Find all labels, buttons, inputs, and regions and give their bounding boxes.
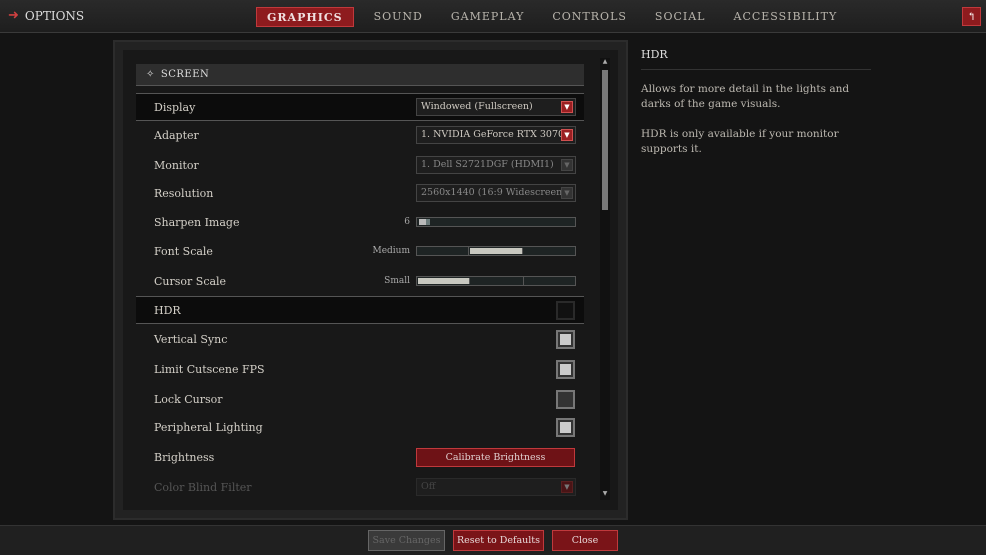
label: Brightness [154,450,215,464]
back-arrow-icon[interactable]: ↰ [962,7,981,26]
top-bar: ➜ OPTIONS GRAPHICS SOUND GAMEPLAY CONTROL… [0,0,986,33]
help-title: HDR [641,48,871,70]
tab-social[interactable]: SOCIAL [645,7,716,27]
setting-font-scale[interactable]: Font Scale Medium [136,237,584,265]
label: Resolution [154,186,214,200]
options-label: OPTIONS [24,8,85,23]
help-panel: HDR Allows for more detail in the lights… [641,48,871,172]
chevron-down-icon[interactable]: ▼ [561,101,573,113]
lock-cursor-checkbox[interactable] [556,389,575,409]
help-text: Allows for more detail in the lights and… [641,83,850,110]
cursor-scale-slider[interactable] [416,276,576,286]
scroll-down-icon[interactable]: ▼ [600,490,610,500]
adapter-dropdown[interactable]: 1. NVIDIA GeForce RTX 3070 ▼ [416,126,576,144]
arrow-right-icon: ➜ [8,8,19,23]
dropdown-value: Off [421,481,436,492]
segment[interactable] [470,248,523,254]
sharpen-slider[interactable] [416,217,576,227]
slider-value: Small [384,276,410,286]
color-blind-dropdown[interactable]: Off ▼ [416,478,576,496]
close-button[interactable]: Close [552,530,618,551]
setting-color-blind[interactable]: Color Blind Filter Off ▼ [136,473,584,500]
label: Sharpen Image [154,215,240,229]
chevron-down-icon[interactable]: ▼ [561,481,573,493]
slider-value: 6 [404,217,410,227]
tab-gameplay[interactable]: GAMEPLAY [441,7,535,27]
chevron-down-icon[interactable]: ▼ [561,187,573,199]
segment[interactable] [417,247,470,255]
slider-value: Medium [372,246,410,256]
setting-limit-fps[interactable]: Limit Cutscene FPS [136,355,584,383]
segment[interactable] [524,247,575,255]
tab-controls[interactable]: CONTROLS [542,7,637,27]
scrollbar[interactable]: ▲ ▼ [600,58,610,500]
setting-brightness[interactable]: Brightness Calibrate Brightness [136,443,584,471]
label: Limit Cutscene FPS [154,362,265,376]
label: Lock Cursor [154,392,223,406]
chevron-down-icon[interactable]: ▼ [561,159,573,171]
segment[interactable] [418,278,471,284]
monitor-dropdown[interactable]: 1. Dell S2721DGF (HDMI1) ▼ [416,156,576,174]
section-header[interactable]: ✧ SCREEN [136,64,584,86]
label: Font Scale [154,244,213,258]
vsync-checkbox[interactable] [556,329,575,349]
save-changes-button[interactable]: Save Changes [368,530,445,551]
setting-vsync[interactable]: Vertical Sync [136,325,584,353]
setting-resolution[interactable]: Resolution 2560x1440 (16:9 Widescreen) ▼ [136,179,584,207]
label: Monitor [154,158,199,172]
scroll-up-icon[interactable]: ▲ [600,58,610,68]
display-dropdown[interactable]: Windowed (Fullscreen) ▼ [416,98,576,116]
dropdown-value: 2560x1440 (16:9 Widescreen) [421,187,566,198]
tab-bar: GRAPHICS SOUND GAMEPLAY CONTROLS SOCIAL … [256,7,847,27]
section-title: SCREEN [160,69,210,80]
label: Cursor Scale [154,274,227,288]
slider-handle[interactable] [419,219,430,225]
resolution-dropdown[interactable]: 2560x1440 (16:9 Widescreen) ▼ [416,184,576,202]
scroll-thumb[interactable] [602,70,608,210]
reset-defaults-button[interactable]: Reset to Defaults [453,530,544,551]
segment[interactable] [471,277,524,285]
label: Vertical Sync [154,332,228,346]
label: Color Blind Filter [154,480,252,494]
dropdown-value: 1. Dell S2721DGF (HDMI1) [421,159,554,170]
options-title: ➜ OPTIONS [8,8,84,23]
peripheral-checkbox[interactable] [556,417,575,437]
tab-sound[interactable]: SOUND [364,7,433,27]
chevron-down-icon[interactable]: ▼ [561,129,573,141]
calibrate-brightness-button[interactable]: Calibrate Brightness [416,447,575,467]
setting-cursor-scale[interactable]: Cursor Scale Small [136,267,584,295]
font-scale-slider[interactable] [416,246,576,256]
tab-graphics[interactable]: GRAPHICS [256,7,354,27]
settings-list: ✧ SCREEN Display Windowed (Fullscreen) ▼ Ad… [136,64,584,500]
setting-adapter[interactable]: Adapter 1. NVIDIA GeForce RTX 3070 ▼ [136,121,584,149]
setting-lock-cursor[interactable]: Lock Cursor [136,385,584,413]
hdr-checkbox[interactable] [556,300,575,320]
label: Peripheral Lighting [154,420,263,434]
setting-sharpen[interactable]: Sharpen Image 6 [136,208,584,236]
setting-hdr[interactable]: HDR [136,296,584,324]
help-text: HDR is only available if your monitor su… [641,128,839,155]
setting-peripheral[interactable]: Peripheral Lighting [136,413,584,441]
dropdown-value: Windowed (Fullscreen) [421,101,533,112]
tab-accessibility[interactable]: ACCESSIBILITY [724,7,848,27]
segment[interactable] [524,277,575,285]
setting-display[interactable]: Display Windowed (Fullscreen) ▼ [136,93,584,121]
footer-bar: Save Changes Reset to Defaults Close [0,525,986,555]
expand-icon: ✧ [146,69,155,80]
setting-monitor[interactable]: Monitor 1. Dell S2721DGF (HDMI1) ▼ [136,151,584,179]
label: Display [154,100,196,114]
dropdown-value: 1. NVIDIA GeForce RTX 3070 [421,129,565,140]
label: Adapter [154,128,199,142]
limit-fps-checkbox[interactable] [556,359,575,379]
label: HDR [154,303,181,317]
